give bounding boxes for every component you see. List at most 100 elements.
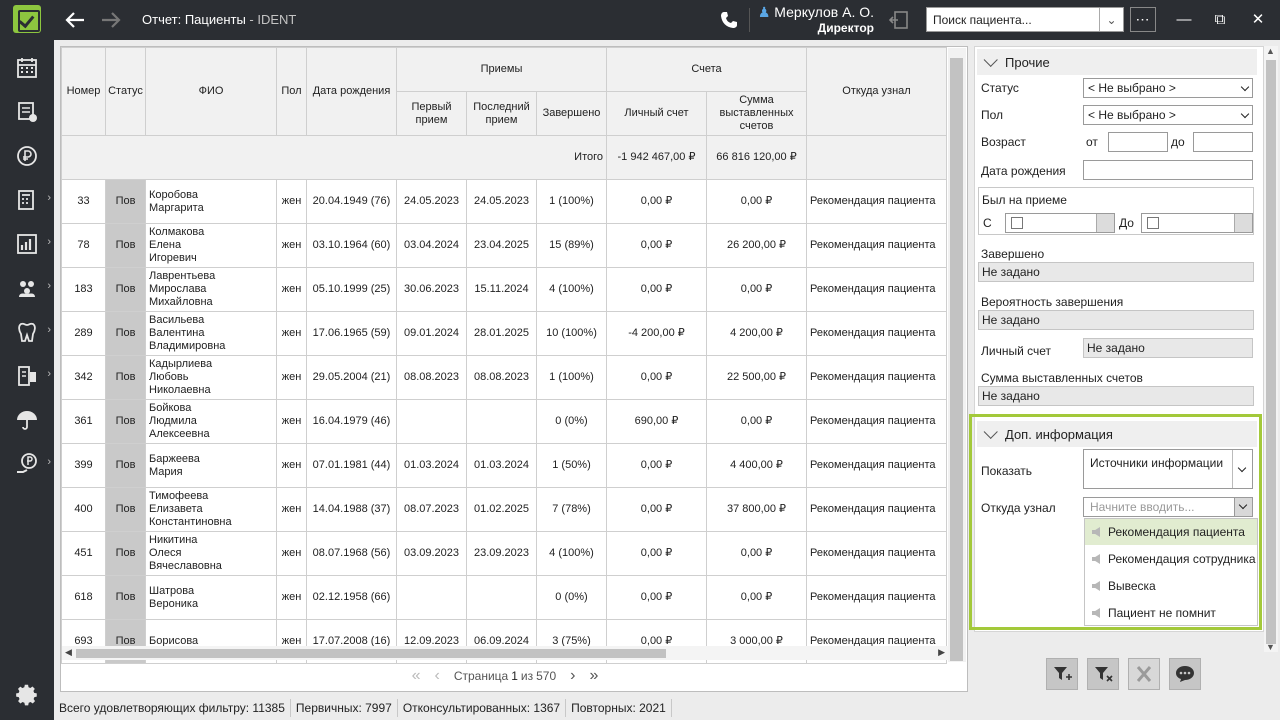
cell-fio: Коробова Маргарита	[145, 179, 277, 224]
title-separator: -	[245, 12, 258, 27]
source-option[interactable]: Рекомендация сотрудника	[1085, 546, 1257, 572]
collapse-triangle-icon[interactable]	[983, 52, 998, 67]
table-row[interactable]: 399 Пов Баржеева Мария жен 07.01.1981 (44) 01…	[61, 443, 947, 488]
col-header-status[interactable]: Статус	[105, 47, 146, 136]
app-logo-icon[interactable]	[13, 5, 41, 33]
grid-vertical-scrollbar[interactable]	[948, 48, 966, 662]
next-page-icon[interactable]: ›	[570, 667, 575, 685]
account-filter-value[interactable]: Не задано	[1083, 338, 1253, 358]
calendar-icon[interactable]	[1096, 214, 1114, 232]
status-filter-select[interactable]: < Не выбрано >	[1083, 78, 1253, 98]
sidebar-item-tooth[interactable]: ›	[0, 310, 54, 354]
source-dropdown-list[interactable]: Рекомендация пациента Рекомендация сотру…	[1084, 518, 1258, 626]
first-page-icon[interactable]: «	[412, 667, 421, 685]
sidebar-item-umbrella[interactable]	[0, 398, 54, 442]
patient-search-input[interactable]	[927, 12, 1097, 27]
age-to-input[interactable]	[1193, 132, 1253, 152]
scroll-thumb[interactable]	[950, 58, 963, 661]
settings-gear-icon[interactable]	[14, 682, 40, 708]
cell-num: 400	[61, 487, 106, 532]
status-bar: Всего удовлетворяющих фильтру: 11385 Пер…	[54, 696, 1280, 720]
visited-to-checkbox[interactable]	[1147, 217, 1159, 229]
table-row[interactable]: 361 Пов Бойкова Людмила Алексеевна жен 16.04…	[61, 399, 947, 444]
scroll-right-icon[interactable]: ▶	[938, 647, 945, 658]
cell-fio: Баржеева Мария	[145, 443, 277, 488]
calendar-icon[interactable]	[1234, 214, 1252, 232]
col-header-first-visit[interactable]: Первый прием	[396, 91, 467, 136]
source-option[interactable]: Вывеска	[1085, 573, 1257, 599]
table-row[interactable]: 289 Пов Васильева Валентина Владимировна же…	[61, 311, 947, 356]
cell-billed: 0,00 ₽	[706, 575, 807, 620]
col-header-sex[interactable]: Пол	[276, 47, 307, 136]
scroll-thumb[interactable]	[76, 649, 666, 658]
table-row[interactable]: 342 Пов Кадырлиева Любовь Николаевна жен 29.…	[61, 355, 947, 400]
more-options-button[interactable]: ⋯	[1130, 7, 1156, 32]
restore-icon[interactable]: ⧉	[1210, 10, 1230, 30]
excel-icon	[1136, 666, 1152, 682]
visited-from-checkbox[interactable]	[1011, 217, 1023, 229]
sidebar-item-people-group[interactable]: ›	[0, 266, 54, 310]
birthdate-filter-input[interactable]	[1083, 160, 1253, 180]
col-header-last-visit[interactable]: Последний прием	[466, 91, 537, 136]
age-from-input[interactable]	[1108, 132, 1168, 152]
sidebar-item-lab[interactable]: ›	[0, 354, 54, 398]
source-option[interactable]: Пациент не помнит	[1085, 600, 1257, 626]
col-header-completed[interactable]: Завершено	[536, 91, 607, 136]
table-row[interactable]: 618 Пов Шатрова Вероника жен 02.12.1958 (66)…	[61, 575, 947, 620]
scroll-left-icon[interactable]: ◀	[65, 647, 72, 658]
cell-status: Пов	[105, 575, 146, 620]
user-info[interactable]: ♟ Меркулов А. О. Директор	[754, 4, 874, 35]
table-row[interactable]: 78 Пов Колмакова Елена Игоревич жен 03.10.19…	[61, 223, 947, 268]
calendar-grid-icon	[17, 58, 37, 78]
sex-filter-label: Пол	[981, 108, 1004, 122]
close-icon[interactable]: ✕	[1248, 10, 1268, 30]
sidebar-item-calendar-grid[interactable]	[0, 46, 54, 90]
col-header-billed[interactable]: Сумма выставленных счетов	[706, 91, 807, 136]
clear-filter-button[interactable]	[1087, 658, 1119, 690]
section-other-header[interactable]: Прочие	[977, 49, 1257, 75]
page-label: Страница	[453, 669, 509, 683]
sidebar-item-money-hand[interactable]: ›	[0, 442, 54, 486]
scroll-down-icon[interactable]: ▼	[1266, 642, 1275, 652]
prev-page-icon[interactable]: ‹	[435, 667, 440, 685]
col-header-account[interactable]: Личный счет	[606, 91, 707, 136]
cell-last: 01.02.2025	[466, 487, 537, 532]
col-header-birthdate[interactable]: Дата рождения	[306, 47, 397, 136]
last-page-icon[interactable]: »	[589, 667, 598, 685]
col-header-source[interactable]: Откуда узнал	[806, 47, 947, 136]
comment-button[interactable]	[1169, 658, 1201, 690]
history-back-icon[interactable]	[886, 6, 912, 34]
sidebar-item-cash-register[interactable]: ›	[0, 178, 54, 222]
sex-filter-select[interactable]: < Не выбрано >	[1083, 105, 1253, 125]
minimize-icon[interactable]: —	[1174, 10, 1194, 30]
table-row[interactable]: 33 Пов Коробова Маргарита жен 20.04.1949 (76…	[61, 179, 947, 224]
col-header-number[interactable]: Номер	[61, 47, 106, 136]
phone-icon[interactable]	[716, 6, 742, 34]
billed-filter-value[interactable]: Не задано	[978, 386, 1254, 406]
add-filter-button[interactable]	[1046, 658, 1078, 690]
source-option[interactable]: Рекомендация пациента	[1085, 519, 1257, 545]
table-row[interactable]: 400 Пов Тимофеева Елизавета Константиновна…	[61, 487, 947, 532]
patient-search[interactable]: ⌄	[926, 7, 1124, 32]
table-row[interactable]: 451 Пов Никитина Олеся Вячеславовна жен 08.0…	[61, 531, 947, 576]
cell-birth: 14.04.1988 (37)	[306, 487, 397, 532]
scroll-up-icon[interactable]: ▲	[1266, 46, 1275, 56]
filter-panel-scrollbar[interactable]: ▲ ▼	[1264, 46, 1278, 652]
visited-from-input[interactable]	[1005, 213, 1115, 233]
completed-filter-value[interactable]: Не задано	[978, 262, 1254, 282]
sidebar-item-checklist[interactable]	[0, 90, 54, 134]
sidebar-item-ruble-coin[interactable]	[0, 134, 54, 178]
cell-sex: жен	[276, 311, 307, 356]
col-header-fio[interactable]: ФИО	[145, 47, 277, 136]
search-dropdown-chevron-icon[interactable]: ⌄	[1099, 8, 1123, 31]
sidebar-item-bar-chart[interactable]: ›	[0, 222, 54, 266]
table-row[interactable]: 183 Пов Лаврентьева Мирослава Михайловна же…	[61, 267, 947, 312]
probability-filter-value[interactable]: Не задано	[978, 310, 1254, 330]
excel-export-button[interactable]	[1128, 658, 1160, 690]
grid-horizontal-scrollbar[interactable]: ◀ ▶	[62, 646, 948, 660]
scroll-thumb[interactable]	[1266, 60, 1276, 644]
forward-arrow-icon[interactable]	[98, 6, 124, 34]
back-arrow-icon[interactable]	[62, 6, 88, 34]
visited-to-input[interactable]	[1141, 213, 1253, 233]
age-to-label: до	[1171, 135, 1185, 149]
